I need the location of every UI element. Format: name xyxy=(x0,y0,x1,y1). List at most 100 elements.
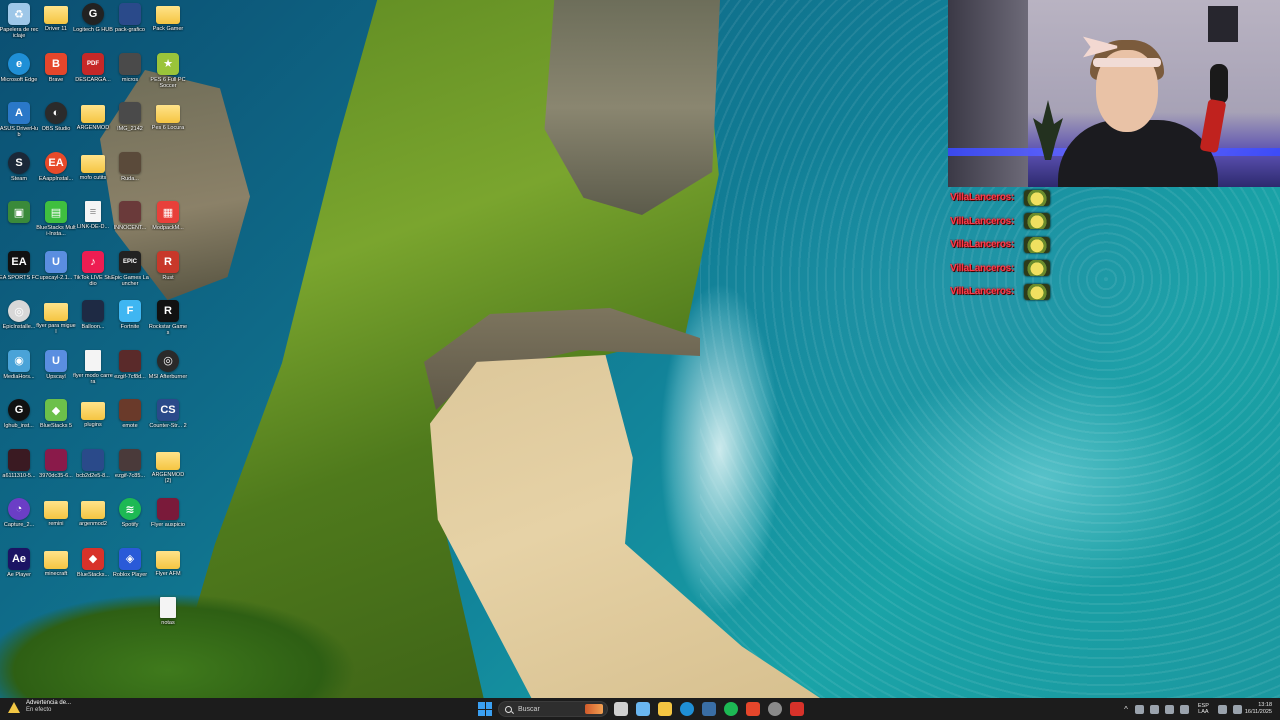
desktop-icon[interactable]: INNOCENT... xyxy=(111,201,149,249)
desktop-icon[interactable]: plugins xyxy=(74,399,112,447)
search-input[interactable]: Buscar xyxy=(498,701,608,717)
desktop-icon[interactable]: ◎ MSI Afterburner xyxy=(149,349,187,398)
desktop-icon[interactable]: CS Counter-Str... 2 xyxy=(149,399,187,447)
wifi-icon[interactable] xyxy=(1217,704,1227,714)
app-icon: A xyxy=(8,102,30,124)
desktop-icon[interactable]: ▦ ModpackM... xyxy=(149,201,187,249)
desktop-icon[interactable]: U Upscayl xyxy=(37,349,75,398)
app-icon: B xyxy=(45,52,67,75)
warning-notification[interactable]: Advertencia de... En efecto xyxy=(8,700,71,714)
app-icon: PDF xyxy=(82,52,104,75)
desktop-icon[interactable]: Uupscayl-2.1... xyxy=(37,250,75,299)
desktop-icon[interactable]: pack-grafico xyxy=(111,3,149,51)
desktop-icon[interactable]: ◈ Roblox Player xyxy=(111,547,149,596)
language-indicator[interactable]: ESP LAA xyxy=(1198,703,1209,715)
folder-icon xyxy=(81,105,105,123)
desktop-icon[interactable]: bcb2d2e5-8... xyxy=(74,448,112,497)
taskbar-copilot-icon[interactable] xyxy=(636,702,650,716)
notification-text: Advertencia de... En efecto xyxy=(26,700,71,714)
app-icon xyxy=(119,3,141,25)
desktop-icon[interactable]: ≡ LINK-DE-D... xyxy=(74,201,112,249)
taskbar-task-view-icon[interactable] xyxy=(614,702,628,716)
desktop-icon[interactable]: Flyer AFM xyxy=(149,548,187,596)
alert-username: VillaLanceros: xyxy=(950,286,1014,298)
desktop-icon[interactable]: ezgif-7cf8d... xyxy=(111,349,149,398)
desktop-icon[interactable]: R Rust xyxy=(149,250,187,299)
desktop-icon-label: flyer para miguel xyxy=(36,323,76,335)
desktop-icon[interactable]: Driver 11 xyxy=(37,3,75,51)
desktop-icon[interactable]: G Logitech G HUB xyxy=(73,3,113,51)
desktop-icon-label: Counter-Str... 2 xyxy=(149,423,187,429)
folder-icon xyxy=(44,303,68,321)
desktop-icon[interactable]: ◔ Capture_2... xyxy=(0,498,38,546)
desktop-icon[interactable]: ◎ EpicInstalle... xyxy=(0,300,38,348)
desktop-icon[interactable]: EPIC Epic Games Launcher xyxy=(111,250,149,299)
desktop-icon[interactable]: PDF DESCARGA... xyxy=(74,52,112,101)
desktop-icon[interactable]: e Microsoft Edge xyxy=(0,52,38,101)
taskbar-file-explorer-icon[interactable] xyxy=(658,702,672,716)
desktop-icon[interactable]: Ae Ae Player xyxy=(0,547,38,596)
desktop-icon[interactable]: argenmod2 xyxy=(74,498,112,546)
desktop-icon[interactable]: Pack Gamer xyxy=(149,3,187,51)
app-icon xyxy=(8,448,30,471)
desktop-icon[interactable]: ≋ Spotify xyxy=(111,498,149,546)
taskbar-brave-icon[interactable] xyxy=(746,702,760,716)
desktop-icon[interactable]: flyer modo carrera xyxy=(73,349,113,398)
desktop-icon[interactable]: A ASUS DriverHub xyxy=(0,102,38,150)
app-icon: G xyxy=(82,3,104,25)
desktop-icon[interactable]: a6111310-5... xyxy=(0,448,38,497)
app-icon: ◎ xyxy=(8,300,30,322)
desktop-icon[interactable]: notas xyxy=(149,597,187,645)
desktop-icon[interactable]: ◐ OBS Studio xyxy=(37,102,75,150)
taskbar-spotify-icon[interactable] xyxy=(724,702,738,716)
app-icon xyxy=(119,52,141,75)
network-tray-icon[interactable] xyxy=(1134,704,1144,714)
desktop-icon[interactable]: ARGENMOD (2) xyxy=(149,449,187,497)
desktop-icon[interactable]: Flyer auspicio xyxy=(149,498,187,546)
app-icon: G xyxy=(8,399,30,421)
desktop-icon[interactable]: ◉ MediaHors... xyxy=(0,349,38,398)
desktop-icon[interactable]: minecraft xyxy=(37,548,75,596)
desktop-icon[interactable]: EA EAappInstal... xyxy=(37,151,75,200)
desktop-icon[interactable]: 3970dc35-6... xyxy=(37,448,75,497)
desktop-icon[interactable]: ◆ BlueStacks 5 xyxy=(37,399,75,447)
desktop-icon[interactable]: IMG_2142 xyxy=(111,102,149,150)
desktop-icon[interactable]: micros xyxy=(111,52,149,101)
desktop-icon[interactable]: mofo cutits xyxy=(74,152,112,200)
desktop-icon[interactable]: ezgif-7c85... xyxy=(111,448,149,497)
desktop-icon[interactable]: flyer para miguel xyxy=(36,300,76,348)
desktop-icon-label: BlueStacks 5 xyxy=(39,423,73,429)
desktop-icon[interactable]: ▣ xyxy=(0,201,38,249)
desktop-icon[interactable]: ♪ TikTok LIVE Studio xyxy=(74,250,112,299)
app-tray-icon[interactable] xyxy=(1164,704,1174,714)
desktop-icon[interactable]: Ruda... xyxy=(111,151,149,200)
taskbar-obs-icon[interactable] xyxy=(768,702,782,716)
taskbar-capture-icon[interactable] xyxy=(790,702,804,716)
bluetooth-tray-icon[interactable] xyxy=(1149,704,1159,714)
desktop-icon[interactable]: B Brave xyxy=(37,52,75,101)
volume-icon[interactable] xyxy=(1232,704,1242,714)
desktop-icon[interactable]: emote xyxy=(111,399,149,447)
desktop-icon[interactable]: Glghub_inst... xyxy=(0,399,38,447)
desktop-icon[interactable]: ♻ Papelera de reciclaje xyxy=(0,3,38,51)
desktop-icon[interactable]: remini xyxy=(37,498,75,546)
desktop-icon[interactable]: ◆ BlueStacks... xyxy=(74,547,112,596)
desktop-icon-label: Flyer AFM xyxy=(155,570,181,577)
desktop-icon[interactable]: ▤ BlueStacks Multi-Insta... xyxy=(36,201,76,249)
desktop-icon[interactable]: R Rockstar Games xyxy=(149,300,187,348)
desktop-icon[interactable]: F Fortnite xyxy=(111,300,149,348)
chevron-up-icon[interactable]: ^ xyxy=(1124,705,1128,714)
desktop-icon[interactable]: Pes 6 Locura xyxy=(149,102,187,150)
desktop-icon-label: ASUS DriverHub xyxy=(0,126,39,138)
desktop-icon[interactable]: ★ PES 6 Full PC Soccer xyxy=(149,52,187,101)
desktop-icon[interactable]: ARGENMOD xyxy=(74,102,112,150)
clock[interactable]: 13:18 16/11/2025 xyxy=(1245,702,1272,716)
taskbar-edge-icon[interactable] xyxy=(680,702,694,716)
desktop-icon[interactable]: EA EA SPORTS FC xyxy=(0,250,39,299)
desktop-icon-label: remini xyxy=(48,521,64,527)
security-tray-icon[interactable] xyxy=(1179,704,1189,714)
taskbar-steam-icon[interactable] xyxy=(702,702,716,716)
desktop-icon[interactable]: S Steam xyxy=(0,151,38,200)
desktop-icon[interactable]: Balloon... xyxy=(74,300,112,348)
start-button[interactable] xyxy=(478,702,492,716)
